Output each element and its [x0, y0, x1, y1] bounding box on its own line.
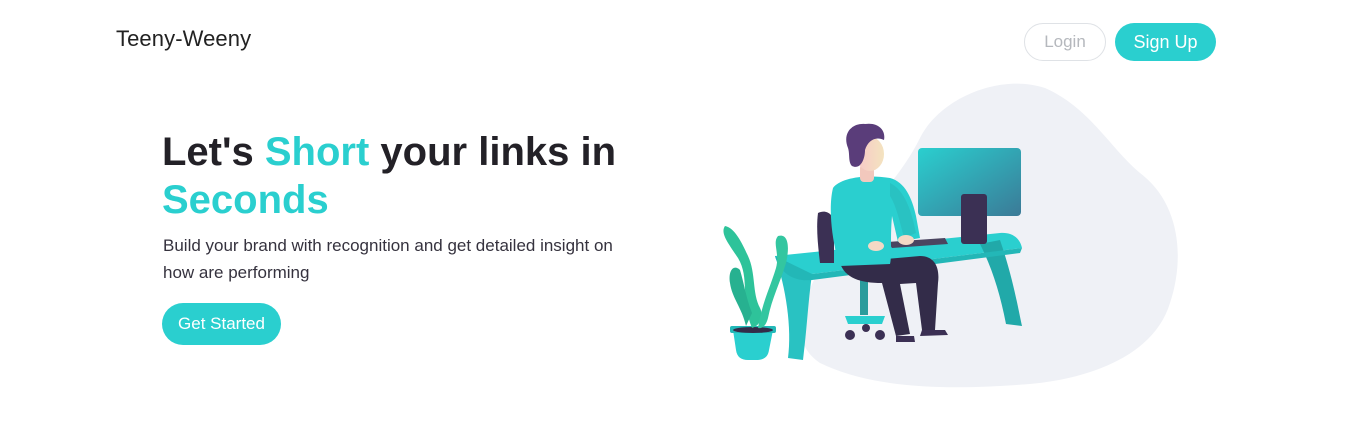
chair-base [845, 316, 885, 324]
hero-title-accent-seconds: Seconds [162, 178, 329, 222]
get-started-button[interactable]: Get Started [162, 303, 281, 345]
brand-logo[interactable]: Teeny-Weeny [116, 26, 251, 52]
hero-title: Let's Short your links in Seconds [162, 128, 632, 224]
plant-pot [733, 330, 773, 360]
person-working-illustration [723, 83, 1178, 388]
hero-title-part-1: Let's [162, 130, 265, 174]
hero-description: Build your brand with recognition and ge… [163, 236, 613, 282]
hero-title-part-2: your links in [369, 130, 617, 174]
hero-title-accent-short: Short [264, 130, 370, 174]
signup-button[interactable]: Sign Up [1115, 23, 1216, 61]
landing-page: Teeny-Weeny Login Sign Up Let's Short yo… [0, 0, 1345, 436]
login-button[interactable]: Login [1024, 23, 1106, 61]
monitor-stand [961, 194, 987, 244]
